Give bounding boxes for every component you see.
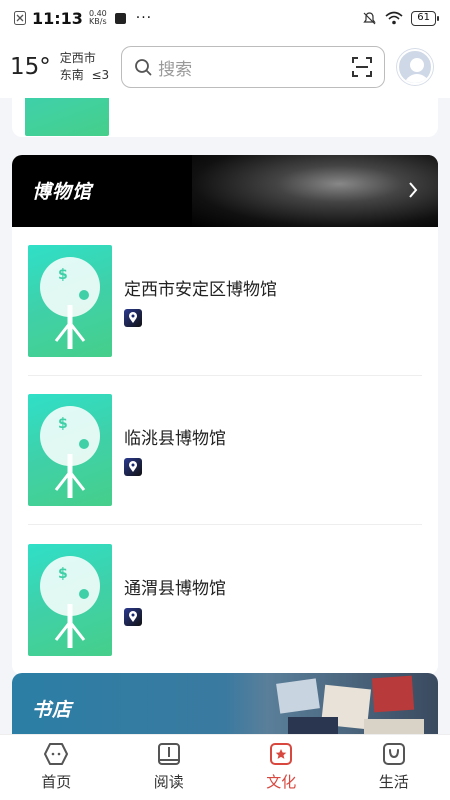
- tab-label: 首页: [41, 773, 72, 791]
- weather-location[interactable]: 定西市 东南 ≤3: [60, 50, 109, 84]
- statue-image: [192, 155, 438, 227]
- network-speed: 0.40 KB/s: [88, 9, 107, 26]
- home-icon: [44, 743, 69, 765]
- tab-culture[interactable]: 文化: [225, 735, 338, 800]
- list-item[interactable]: $ 通渭县博物馆: [28, 525, 422, 674]
- previous-section-card: [12, 98, 438, 137]
- tab-life[interactable]: 生活: [338, 735, 450, 800]
- svg-text:$: $: [58, 267, 68, 283]
- notification-icon: [14, 11, 26, 25]
- tab-label: 生活: [378, 773, 409, 791]
- culture-icon: [270, 743, 293, 765]
- city-name: 定西市: [59, 51, 96, 65]
- app-notification-icon: [114, 12, 126, 24]
- temperature: 15°: [10, 54, 51, 80]
- location-badge-icon: [124, 309, 142, 327]
- tree-logo-thumbnail: $: [28, 543, 112, 656]
- location-badge-icon: [124, 607, 142, 626]
- museum-banner[interactable]: 博物馆: [12, 155, 438, 227]
- wind-info: 东南 ≤3: [59, 68, 110, 82]
- battery-indicator: 61: [411, 10, 439, 26]
- bag-icon: [382, 743, 405, 765]
- item-thumbnail[interactable]: [25, 98, 109, 136]
- more-notifications-icon: ···: [135, 10, 153, 26]
- status-bar: 11:13 0.40 KB/s ··· 61: [0, 0, 450, 36]
- content-area[interactable]: 博物馆 $ 定西市安定区博物馆 $ 临洮县博物馆 $ 通渭县博物馆 书店: [0, 98, 450, 734]
- search-placeholder: 搜索: [158, 59, 193, 80]
- tree-logo-thumbnail: $: [28, 394, 112, 506]
- chevron-right-icon[interactable]: [408, 181, 418, 199]
- search-icon: [135, 59, 152, 76]
- svg-text:$: $: [58, 566, 68, 582]
- museum-section-title: 博物馆: [32, 181, 93, 203]
- location-badge-icon: [124, 458, 142, 476]
- museum-name: 临洮县博物馆: [124, 429, 226, 449]
- bottom-tab-bar: 首页 阅读 文化 生活: [0, 734, 450, 800]
- bookstore-section-title: 书店: [32, 699, 73, 721]
- mute-icon: [363, 11, 376, 24]
- search-bar[interactable]: 搜索: [121, 46, 386, 88]
- tab-label: 文化: [266, 773, 297, 791]
- tab-label: 阅读: [153, 773, 184, 791]
- tab-home[interactable]: 首页: [0, 735, 113, 800]
- top-bar: 15° 定西市 东南 ≤3 搜索: [0, 36, 450, 98]
- svg-text:$: $: [58, 416, 68, 432]
- scan-icon[interactable]: [352, 57, 373, 77]
- list-item[interactable]: $ 临洮县博物馆: [28, 376, 422, 525]
- museum-name: 定西市安定区博物馆: [124, 280, 277, 300]
- bookstore-banner[interactable]: 书店: [12, 673, 438, 734]
- museum-section: 博物馆 $ 定西市安定区博物馆 $ 临洮县博物馆 $ 通渭县博物馆: [12, 155, 438, 675]
- status-time: 11:13: [32, 8, 83, 28]
- museum-name: 通渭县博物馆: [124, 578, 226, 599]
- tab-reading[interactable]: 阅读: [113, 735, 226, 800]
- books-image: [276, 675, 424, 734]
- avatar[interactable]: [397, 49, 434, 85]
- book-icon: [157, 743, 180, 765]
- list-item[interactable]: $ 定西市安定区博物馆: [28, 227, 422, 376]
- tree-logo-thumbnail: $: [28, 245, 112, 357]
- wifi-icon: [385, 11, 403, 25]
